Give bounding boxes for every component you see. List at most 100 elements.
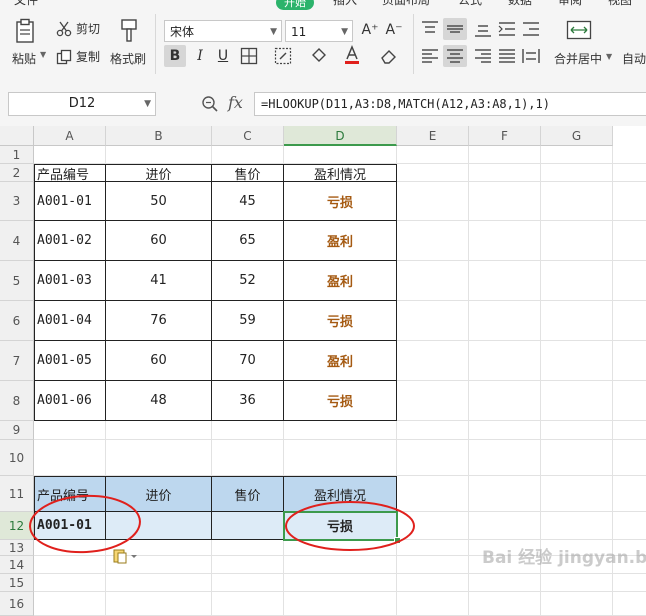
outdent-button[interactable] bbox=[521, 20, 541, 41]
font-grow-button[interactable]: A⁺ bbox=[360, 20, 380, 40]
row-header-5[interactable]: 5 bbox=[0, 261, 34, 301]
table-cell[interactable]: 76 bbox=[106, 301, 212, 341]
menu-page-layout[interactable]: 页面布局 bbox=[382, 0, 430, 8]
font-color-button[interactable] bbox=[344, 45, 360, 68]
borders-button[interactable] bbox=[240, 47, 258, 68]
table-header-cell[interactable]: 盈利情况 bbox=[284, 164, 397, 182]
row-header-16[interactable]: 16 bbox=[0, 592, 34, 616]
paste-button[interactable] bbox=[12, 18, 40, 47]
paste-options-icon[interactable] bbox=[112, 548, 140, 564]
profit-status-cell[interactable]: 盈利 bbox=[284, 221, 397, 261]
lookup-header-cell[interactable]: 产品编号 bbox=[34, 476, 106, 512]
merge-center-label[interactable]: 合并居中 bbox=[554, 50, 602, 67]
lookup-cell[interactable] bbox=[212, 512, 284, 540]
lookup-cell[interactable] bbox=[106, 512, 212, 540]
lookup-header-cell[interactable]: 进价 bbox=[106, 476, 212, 512]
table-cell[interactable]: 36 bbox=[212, 381, 284, 421]
menu-insert[interactable]: 插入 bbox=[333, 0, 357, 8]
format-painter-button[interactable] bbox=[118, 18, 140, 47]
menu-review[interactable]: 审阅 bbox=[558, 0, 582, 8]
clear-button[interactable] bbox=[380, 47, 398, 68]
table-cell[interactable]: A001-03 bbox=[34, 261, 106, 301]
row-header-3[interactable]: 3 bbox=[0, 182, 34, 221]
underline-button[interactable]: U bbox=[213, 45, 233, 67]
column-header-g[interactable]: G bbox=[541, 126, 613, 146]
menu-view[interactable]: 视图 bbox=[608, 0, 632, 8]
table-cell[interactable]: 59 bbox=[212, 301, 284, 341]
menu-file[interactable]: 文件 bbox=[14, 0, 38, 8]
align-right-button[interactable] bbox=[473, 47, 493, 68]
column-header-b[interactable]: B bbox=[106, 126, 212, 146]
row-header-14[interactable]: 14 bbox=[0, 556, 34, 574]
fill-handle[interactable] bbox=[394, 537, 401, 544]
table-header-cell[interactable]: 产品编号 bbox=[34, 164, 106, 182]
cut-button[interactable]: 剪切 bbox=[56, 20, 100, 37]
menu-home[interactable]: 开始 bbox=[276, 0, 314, 10]
distributed-button[interactable] bbox=[521, 47, 541, 68]
cell-style-button[interactable] bbox=[274, 47, 292, 68]
zoom-icon[interactable] bbox=[201, 95, 219, 113]
profit-status-cell[interactable]: 亏损 bbox=[284, 381, 397, 421]
profit-status-cell[interactable]: 亏损 bbox=[284, 182, 397, 221]
row-header-11[interactable]: 11 bbox=[0, 476, 34, 512]
table-cell[interactable]: A001-05 bbox=[34, 341, 106, 381]
profit-status-cell[interactable]: 盈利 bbox=[284, 261, 397, 301]
profit-status-cell[interactable]: 亏损 bbox=[284, 301, 397, 341]
table-cell[interactable]: 48 bbox=[106, 381, 212, 421]
table-cell[interactable]: A001-01 bbox=[34, 182, 106, 221]
align-middle-button[interactable] bbox=[443, 18, 467, 40]
auto-wrap-label[interactable]: 自动 bbox=[622, 50, 646, 67]
chevron-down-icon[interactable]: ▼ bbox=[606, 52, 612, 61]
table-cell[interactable]: A001-02 bbox=[34, 221, 106, 261]
column-header-a[interactable]: A bbox=[34, 126, 106, 146]
table-cell[interactable]: 41 bbox=[106, 261, 212, 301]
table-cell[interactable]: A001-04 bbox=[34, 301, 106, 341]
bold-button[interactable]: B bbox=[164, 45, 186, 67]
lookup-cell[interactable]: A001-01 bbox=[34, 512, 106, 540]
align-left-button[interactable] bbox=[420, 47, 440, 68]
column-header-e[interactable]: E bbox=[397, 126, 469, 146]
align-top-button[interactable] bbox=[420, 20, 440, 41]
table-header-cell[interactable]: 进价 bbox=[106, 164, 212, 182]
formula-input[interactable]: =HLOOKUP(D11,A3:D8,MATCH(A12,A3:A8,1),1) bbox=[254, 92, 646, 116]
justify-button[interactable] bbox=[497, 47, 517, 68]
name-box[interactable]: D12 ▼ bbox=[8, 92, 156, 116]
fill-color-button[interactable] bbox=[310, 47, 330, 68]
row-header-4[interactable]: 4 bbox=[0, 221, 34, 261]
table-cell[interactable]: 65 bbox=[212, 221, 284, 261]
table-cell[interactable]: 50 bbox=[106, 182, 212, 221]
row-header-10[interactable]: 10 bbox=[0, 440, 34, 476]
row-header-7[interactable]: 7 bbox=[0, 341, 34, 381]
row-header-9[interactable]: 9 bbox=[0, 421, 34, 440]
lookup-header-cell[interactable]: 盈利情况 bbox=[284, 476, 397, 512]
table-cell[interactable]: 45 bbox=[212, 182, 284, 221]
table-header-cell[interactable]: 售价 bbox=[212, 164, 284, 182]
font-shrink-button[interactable]: A⁻ bbox=[384, 20, 404, 40]
row-header-13[interactable]: 13 bbox=[0, 540, 34, 556]
indent-button[interactable] bbox=[497, 20, 517, 41]
row-header-1[interactable]: 1 bbox=[0, 146, 34, 164]
row-header-15[interactable]: 15 bbox=[0, 574, 34, 592]
menu-data[interactable]: 数据 bbox=[508, 0, 532, 8]
font-size-select[interactable]: 11 ▼ bbox=[285, 20, 353, 42]
row-header-8[interactable]: 8 bbox=[0, 381, 34, 421]
align-center-button[interactable] bbox=[443, 45, 467, 67]
table-cell[interactable]: 60 bbox=[106, 341, 212, 381]
profit-status-cell[interactable]: 盈利 bbox=[284, 341, 397, 381]
font-name-select[interactable]: 宋体 ▼ bbox=[164, 20, 282, 42]
copy-button[interactable]: 复制 bbox=[56, 48, 100, 65]
fx-icon[interactable]: fx bbox=[228, 93, 243, 112]
merge-center-button[interactable] bbox=[566, 20, 592, 43]
column-header-d[interactable]: D bbox=[284, 126, 397, 146]
table-cell[interactable]: 60 bbox=[106, 221, 212, 261]
table-cell[interactable]: 70 bbox=[212, 341, 284, 381]
select-all-corner[interactable] bbox=[0, 126, 34, 146]
lookup-header-cell[interactable]: 售价 bbox=[212, 476, 284, 512]
column-header-f[interactable]: F bbox=[469, 126, 541, 146]
align-bottom-button[interactable] bbox=[473, 20, 493, 41]
table-cell[interactable]: 52 bbox=[212, 261, 284, 301]
menu-formula[interactable]: 公式 bbox=[458, 0, 482, 8]
row-header-6[interactable]: 6 bbox=[0, 301, 34, 341]
row-header-12[interactable]: 12 bbox=[0, 512, 34, 540]
chevron-down-icon[interactable]: ▼ bbox=[40, 50, 46, 59]
